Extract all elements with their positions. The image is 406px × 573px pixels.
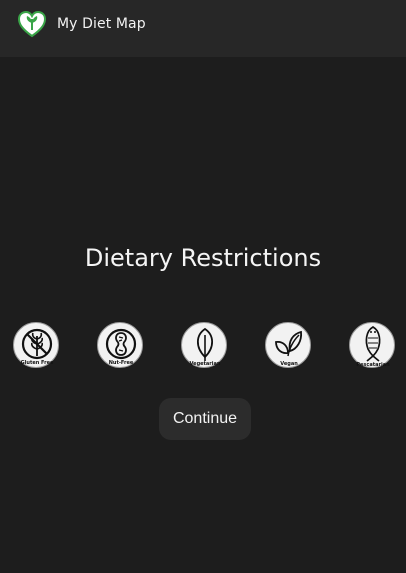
option-label: Vegan	[280, 361, 298, 367]
app-header: My Diet Map	[0, 0, 406, 57]
heart-leaf-logo-icon[interactable]	[17, 10, 47, 38]
option-vegan[interactable]: Vegan	[265, 322, 311, 368]
peanut-icon: Nut-Free	[105, 328, 137, 366]
option-label: Pescatarian	[356, 362, 390, 368]
continue-button[interactable]: Continue	[159, 398, 251, 440]
fish-icon: Pescatarian	[356, 326, 390, 368]
option-nut-free[interactable]: Nut-Free	[97, 322, 143, 368]
option-vegetarian[interactable]: Vegetarian	[181, 322, 227, 368]
option-gluten-free[interactable]: Gluten Free	[13, 322, 59, 368]
option-label: Gluten Free	[21, 360, 54, 366]
option-label: Vegetarian	[190, 361, 221, 367]
leaf-icon: Vegetarian	[190, 327, 221, 367]
option-label: Nut-Free	[109, 360, 134, 366]
dietary-options: Gluten Free Nut-Free Vegetarian Vegan Pe…	[0, 322, 406, 372]
option-pescatarian[interactable]: Pescatarian	[349, 322, 395, 368]
page-title: Dietary Restrictions	[84, 244, 322, 272]
wheat-icon: Gluten Free	[21, 328, 54, 366]
app-title: My Diet Map	[57, 16, 146, 32]
two-leaves-icon: Vegan	[275, 330, 303, 367]
